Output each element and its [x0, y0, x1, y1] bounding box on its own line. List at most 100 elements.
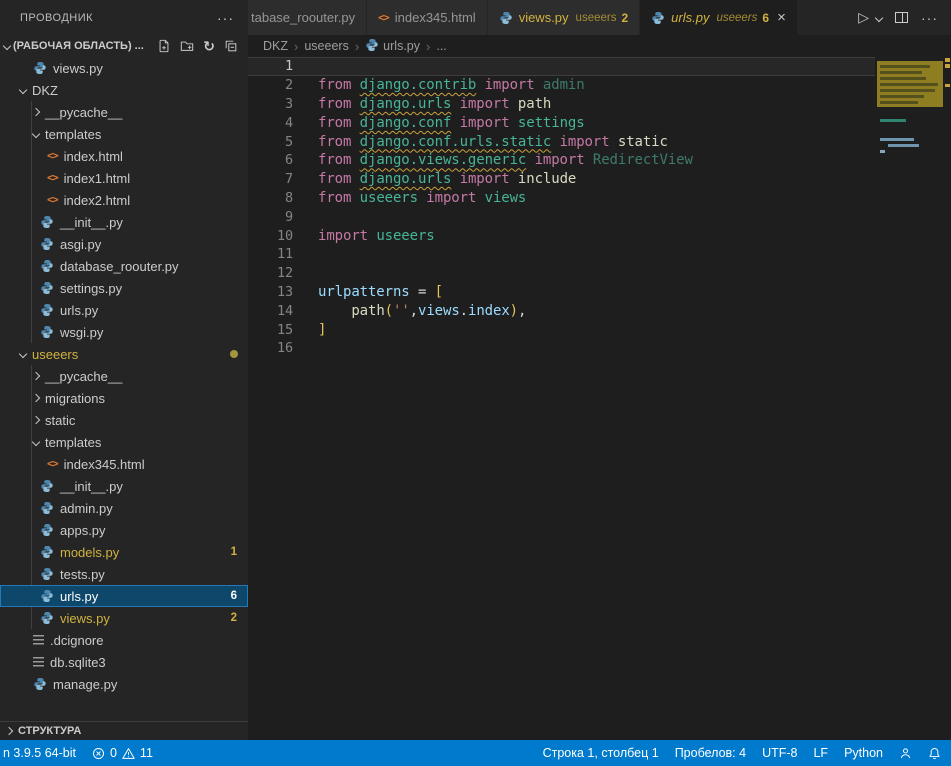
error-count: 0: [110, 746, 117, 760]
tree-item-admin.py[interactable]: admin.py: [0, 497, 248, 519]
tree-item-label: templates: [45, 435, 101, 450]
more-actions-icon[interactable]: ···: [921, 10, 938, 26]
code-token: from: [318, 77, 360, 93]
status-bar: n 3.9.5 64-bit 011 Строка 1, столбец 1 Про…: [0, 740, 951, 766]
refresh-icon[interactable]: ↻: [203, 39, 215, 53]
explorer-more-actions-icon[interactable]: ···: [217, 10, 234, 26]
tab-index345.html[interactable]: <>index345.html: [367, 0, 488, 35]
code-line: 3from django.urls import path: [248, 95, 951, 114]
new-folder-icon[interactable]: [180, 39, 194, 53]
python-icon: [40, 501, 54, 515]
statusbar-encoding[interactable]: UTF-8: [762, 746, 797, 760]
tree-item-label: models.py: [60, 545, 119, 560]
close-icon[interactable]: ×: [777, 10, 786, 25]
tree-item-settings.py[interactable]: settings.py: [0, 277, 248, 299]
line-number[interactable]: 10: [248, 228, 293, 244]
line-number[interactable]: 8: [248, 190, 293, 206]
statusbar-cursor-position[interactable]: Строка 1, столбец 1: [543, 746, 659, 760]
run-icon[interactable]: ▷: [858, 9, 869, 26]
line-number[interactable]: 14: [248, 303, 293, 319]
tree-item-label: __pycache__: [45, 369, 122, 384]
code-editor[interactable]: 12from django.contrib import admin3from …: [248, 57, 951, 740]
tree-item-urls.py[interactable]: urls.py6: [0, 585, 248, 607]
statusbar-indentation[interactable]: Пробелов: 4: [675, 746, 746, 760]
tree-item-index345.html[interactable]: <>index345.html: [0, 453, 248, 475]
line-number[interactable]: 12: [248, 265, 293, 281]
tree-item-.dcignore[interactable]: .dcignore: [0, 629, 248, 651]
tree-item-label: urls.py: [60, 303, 98, 318]
line-number[interactable]: 9: [248, 209, 293, 225]
new-file-icon[interactable]: [157, 39, 171, 53]
line-number[interactable]: 13: [248, 284, 293, 300]
statusbar-python-interpreter[interactable]: n 3.9.5 64-bit: [3, 746, 76, 760]
split-editor-icon[interactable]: [895, 12, 908, 23]
tree-item-database_roouter.py[interactable]: database_roouter.py: [0, 255, 248, 277]
tree-item-static[interactable]: static: [0, 409, 248, 431]
tab-views.py[interactable]: views.pyuseeers2: [488, 0, 640, 35]
tree-item-index.html[interactable]: <>index.html: [0, 145, 248, 167]
tree-item-__init__.py[interactable]: __init__.py: [0, 211, 248, 233]
vscode-window: { "explorer": { "title": "ПРОВОДНИК", "t…: [0, 0, 951, 766]
tree-item-db.sqlite3[interactable]: db.sqlite3: [0, 651, 248, 673]
tree-item-asgi.py[interactable]: asgi.py: [0, 233, 248, 255]
minimap-line: [880, 138, 914, 141]
code-token: views: [485, 190, 527, 206]
tree-item-label: database_roouter.py: [60, 259, 179, 274]
breadcrumb-item-DKZ[interactable]: DKZ: [263, 39, 288, 53]
tree-item-label: index2.html: [64, 193, 130, 208]
chevron-right-icon: [32, 416, 40, 424]
tree-item-DKZ[interactable]: DKZ: [0, 79, 248, 101]
statusbar-notifications[interactable]: [928, 747, 941, 760]
workspace-actions: ↻: [157, 39, 238, 53]
tree-item-views.py[interactable]: views.py: [0, 57, 248, 79]
code-token: =: [410, 284, 435, 300]
breadcrumb-separator-icon: ›: [426, 39, 430, 54]
line-number[interactable]: 4: [248, 115, 293, 131]
breadcrumb-item-useeers[interactable]: useeers: [304, 39, 348, 53]
tab-urls.py[interactable]: urls.pyuseeers6×: [640, 0, 798, 35]
breadcrumb-item-...[interactable]: ...: [436, 39, 446, 53]
line-number[interactable]: 5: [248, 134, 293, 150]
line-number[interactable]: 3: [248, 96, 293, 112]
statusbar-eol[interactable]: LF: [813, 746, 828, 760]
statusbar-language-mode[interactable]: Python: [844, 746, 883, 760]
tree-item-urls.py[interactable]: urls.py: [0, 299, 248, 321]
python-icon: [40, 545, 54, 559]
statusbar-problems[interactable]: 011: [92, 746, 153, 760]
tree-item-tests.py[interactable]: tests.py: [0, 563, 248, 585]
code-line: 5from django.conf.urls.static import sta…: [248, 132, 951, 151]
tree-item-useeers[interactable]: useeers: [0, 343, 248, 365]
tree-item-__init__.py[interactable]: __init__.py: [0, 475, 248, 497]
tree-item-apps.py[interactable]: apps.py: [0, 519, 248, 541]
tree-item-templates[interactable]: templates: [0, 123, 248, 145]
breadcrumb-item-urls.py[interactable]: urls.py: [365, 38, 420, 55]
line-number[interactable]: 7: [248, 171, 293, 187]
tab-tabase_roouter.py[interactable]: tabase_roouter.py: [248, 0, 367, 35]
python-icon: [40, 523, 54, 537]
chevron-down-icon[interactable]: [875, 13, 883, 21]
tree-item-templates[interactable]: templates: [0, 431, 248, 453]
line-number[interactable]: 15: [248, 322, 293, 338]
tree-item-label: index1.html: [64, 171, 130, 186]
statusbar-feedback[interactable]: [899, 747, 912, 760]
tree-item-label: __init__.py: [60, 479, 123, 494]
line-number[interactable]: 16: [248, 340, 293, 356]
tree-item-index1.html[interactable]: <>index1.html: [0, 167, 248, 189]
outline-section-header[interactable]: СТРУКТУРА: [0, 721, 248, 740]
line-number[interactable]: 11: [248, 246, 293, 262]
tree-item-__pycache__[interactable]: __pycache__: [0, 101, 248, 123]
collapse-all-icon[interactable]: [224, 39, 238, 53]
tree-item-index2.html[interactable]: <>index2.html: [0, 189, 248, 211]
tree-item-manage.py[interactable]: manage.py: [0, 673, 248, 695]
line-number[interactable]: 1: [248, 58, 293, 74]
tree-item-wsgi.py[interactable]: wsgi.py: [0, 321, 248, 343]
tree-item-models.py[interactable]: models.py1: [0, 541, 248, 563]
line-number[interactable]: 6: [248, 152, 293, 168]
line-number[interactable]: 2: [248, 77, 293, 93]
tree-item-migrations[interactable]: migrations: [0, 387, 248, 409]
tree-item-__pycache__[interactable]: __pycache__: [0, 365, 248, 387]
tree-item-views.py[interactable]: views.py2: [0, 607, 248, 629]
minimap[interactable]: [877, 57, 943, 207]
python-icon: [33, 677, 47, 691]
workspace-section-header[interactable]: (РАБОЧАЯ ОБЛАСТЬ) ... ↻: [0, 35, 248, 57]
